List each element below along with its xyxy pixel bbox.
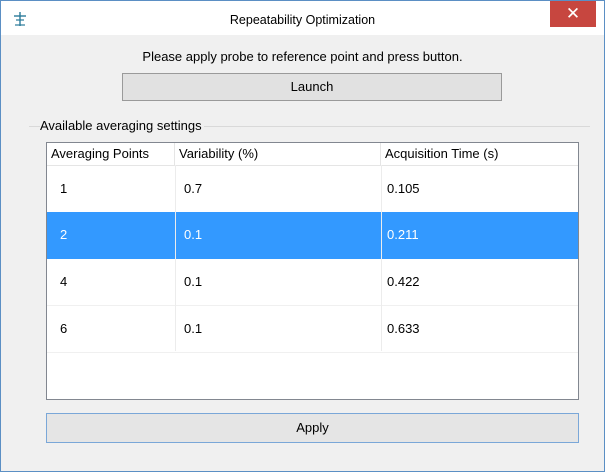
title-bar[interactable]: Repeatability Optimization ✕ [1, 1, 604, 35]
cell-variability: 0.1 [184, 274, 203, 289]
cell-averaging-points: 1 [60, 181, 68, 196]
cell-averaging-points: 6 [60, 321, 68, 336]
group-label: Available averaging settings [40, 118, 204, 133]
column-divider [381, 165, 382, 351]
column-header-acquisition-time[interactable]: Acquisition Time (s) [381, 143, 578, 165]
table-row-selected[interactable]: 2 0.1 0.211 [47, 212, 578, 259]
close-button[interactable]: ✕ [550, 1, 596, 27]
instruction-text: Please apply probe to reference point an… [142, 49, 463, 64]
table-header: Averaging Points Variability (%) Acquisi… [47, 143, 578, 166]
cell-acquisition-time: 0.633 [387, 321, 420, 336]
cell-averaging-points: 4 [60, 274, 68, 289]
apply-button[interactable]: Apply [46, 413, 579, 443]
column-header-variability[interactable]: Variability (%) [175, 143, 381, 165]
cell-variability: 0.1 [184, 321, 203, 336]
cell-variability: 0.7 [184, 181, 203, 196]
cell-acquisition-time: 0.211 [387, 227, 419, 242]
table-row[interactable]: 6 0.1 0.633 [47, 306, 578, 353]
column-header-averaging-points[interactable]: Averaging Points [47, 143, 175, 165]
cell-acquisition-time: 0.422 [387, 274, 420, 289]
table-row[interactable]: 1 0.7 0.105 [47, 166, 578, 213]
dialog-window: Repeatability Optimization ✕ Please appl… [0, 0, 605, 472]
launch-button[interactable]: Launch [122, 73, 502, 101]
cell-averaging-points: 2 [60, 227, 68, 242]
table-row[interactable]: 4 0.1 0.422 [47, 259, 578, 306]
cell-acquisition-time: 0.105 [387, 181, 420, 196]
window-title: Repeatability Optimization [229, 13, 376, 27]
column-divider [175, 165, 176, 351]
averaging-settings-table[interactable]: Averaging Points Variability (%) Acquisi… [46, 142, 579, 400]
cell-variability: 0.1 [184, 227, 203, 242]
close-icon: ✕ [565, 4, 581, 23]
